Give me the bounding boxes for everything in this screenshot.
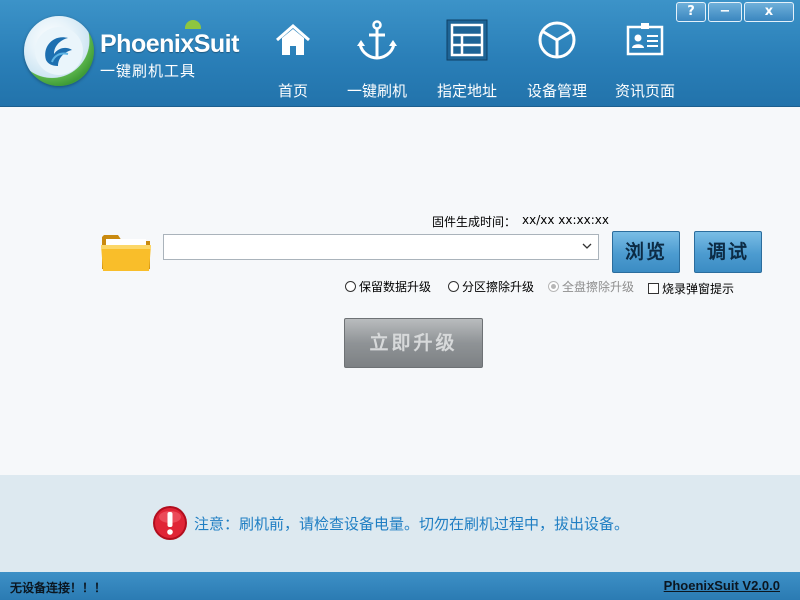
app-subtitle: 一键刷机工具 [100,62,197,80]
partition-erase-option[interactable]: 分区擦除升级 [448,278,534,295]
close-button[interactable]: x [744,2,794,22]
full-erase-label: 全盘擦除升级 [562,280,635,294]
keep-data-option[interactable]: 保留数据升级 [345,278,431,295]
nav-device-management-label: 设备管理 [526,82,587,100]
full-erase-option: 全盘擦除升级 [548,278,634,295]
nav-one-click-flash[interactable]: 一键刷机 [333,0,421,106]
android-icon [185,20,201,29]
minimize-button[interactable]: − [708,2,742,22]
nav-home[interactable]: 首页 [249,0,337,106]
browse-button[interactable]: 浏览 [612,231,680,273]
notice-panel: 注意：刷机前，请检查设备电量。切勿在刷机过程中，拔出设备。 [0,475,800,572]
version-link[interactable]: PhoenixSuit V2.0.0 [664,578,780,593]
grid-icon [446,19,488,61]
partition-erase-radio[interactable] [448,281,459,292]
warning-icon [153,506,187,540]
upgrade-now-button[interactable]: 立即升级 [344,318,483,368]
chevron-down-icon[interactable] [582,241,592,251]
header: PhoenixSuit 一键刷机工具 首页 一键刷机 指定地址 设备管理 资讯页… [0,0,800,107]
full-erase-radio [548,281,559,292]
popup-hint-option[interactable]: 烧录弹窗提示 [648,280,734,297]
nav-home-label: 首页 [277,82,308,100]
home-icon [276,24,310,55]
popup-hint-checkbox[interactable] [648,283,659,294]
notice-text: 注意：刷机前，请检查设备电量。切勿在刷机过程中，拔出设备。 [194,515,630,533]
id-card-icon [626,23,664,56]
firmware-path-select[interactable] [163,234,599,260]
popup-hint-label: 烧录弹窗提示 [662,282,735,296]
main-panel: 固件生成时间： xx/xx xx:xx:xx 浏览 调试 保留数据升级 分区擦除… [0,107,800,475]
folder-icon[interactable] [100,229,152,273]
phoenix-logo-icon [24,16,94,86]
nav-specify-address-label: 指定地址 [436,82,497,100]
partition-erase-label: 分区擦除升级 [462,280,535,294]
device-status: 无设备连接！！！ [10,581,107,595]
anchor-icon [357,20,397,60]
nav-news-page-label: 资讯页面 [614,82,675,100]
nav-specify-address[interactable]: 指定地址 [423,0,511,106]
cube-icon [538,21,576,59]
keep-data-radio[interactable] [345,281,356,292]
app-brand: PhoenixSuit [100,30,239,58]
build-time-label: 固件生成时间： [432,215,517,229]
nav-device-management[interactable]: 设备管理 [513,0,601,106]
window-controls: ? − x [676,2,794,22]
build-time-value: xx/xx xx:xx:xx [522,213,609,227]
debug-button[interactable]: 调试 [694,231,762,273]
keep-data-label: 保留数据升级 [359,280,432,294]
nav-one-click-flash-label: 一键刷机 [346,82,407,100]
help-button[interactable]: ? [676,2,706,22]
status-bar: 无设备连接！！！ PhoenixSuit V2.0.0 [0,572,800,600]
